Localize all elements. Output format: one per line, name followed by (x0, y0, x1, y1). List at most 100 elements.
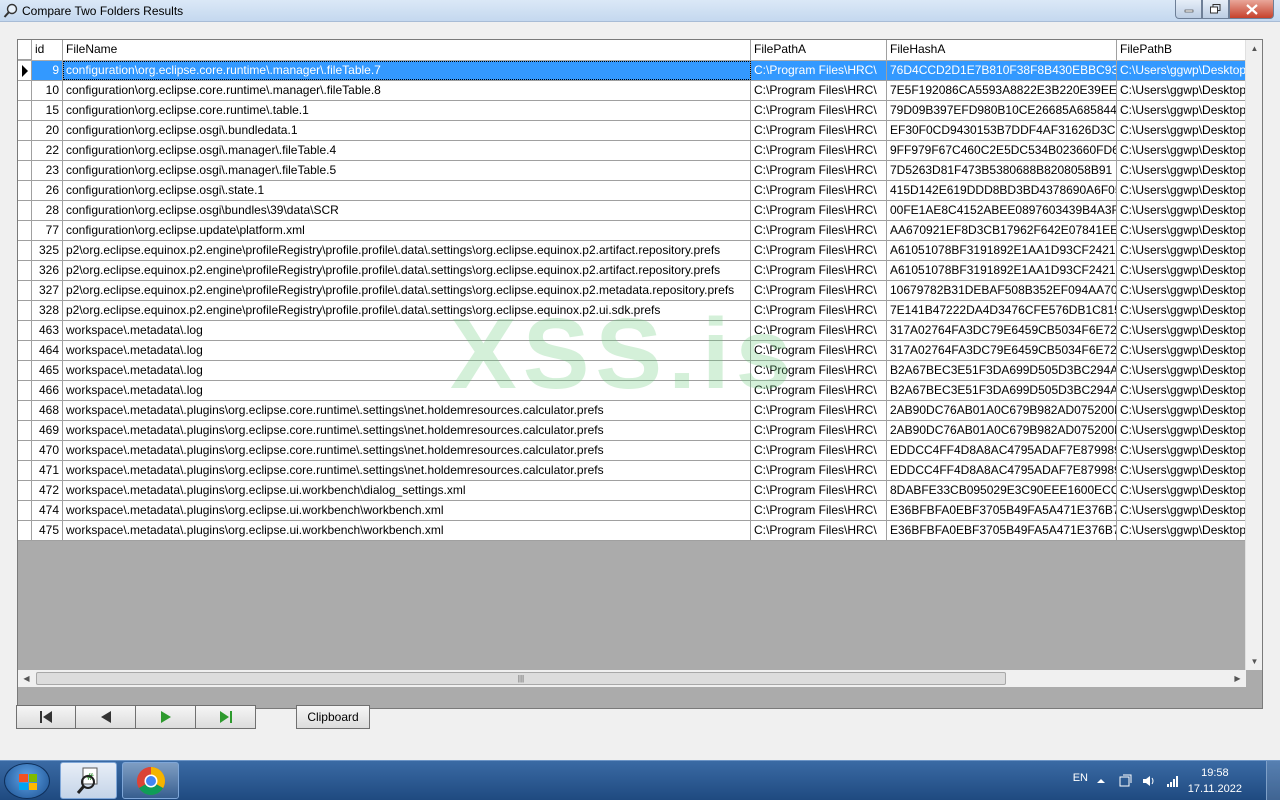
cell-filepath-b[interactable]: C:\Users\ggwp\Desktop (1117, 501, 1247, 520)
row-header[interactable] (18, 381, 32, 400)
vertical-scrollbar[interactable]: ▲ ▼ (1245, 40, 1262, 670)
network-icon[interactable] (1166, 774, 1180, 788)
column-header-filepath-b[interactable]: FilePathB (1117, 40, 1247, 60)
cell-filename[interactable]: configuration\org.eclipse.core.runtime\.… (63, 101, 751, 120)
cell-filehash-a[interactable]: 7E5F192086CA5593A8822E3B220E39EE (887, 81, 1117, 100)
cell-filepath-a[interactable]: C:\Program Files\HRC\ (751, 301, 887, 320)
cell-filepath-b[interactable]: C:\Users\ggwp\Desktop (1117, 301, 1247, 320)
scroll-down-icon[interactable]: ▼ (1246, 653, 1262, 670)
row-header[interactable] (18, 361, 32, 380)
cell-filehash-a[interactable]: 415D142E619DDD8BD3BD4378690A6F05 (887, 181, 1117, 200)
cell-id[interactable]: 328 (32, 301, 63, 320)
cell-filepath-b[interactable]: C:\Users\ggwp\Desktop (1117, 101, 1247, 120)
cell-filename[interactable]: workspace\.metadata\.plugins\org.eclipse… (63, 501, 751, 520)
last-record-button[interactable] (196, 705, 256, 729)
cell-filename[interactable]: workspace\.metadata\.plugins\org.eclipse… (63, 441, 751, 460)
table-row[interactable]: 463 workspace\.metadata\.log C:\Program Fi… (18, 321, 1247, 341)
cell-id[interactable]: 10 (32, 81, 63, 100)
scroll-right-icon[interactable]: ▶ (1229, 670, 1246, 687)
cell-filename[interactable]: configuration\org.eclipse.osgi\.manager\… (63, 161, 751, 180)
cell-filepath-b[interactable]: C:\Users\ggwp\Desktop (1117, 441, 1247, 460)
row-header[interactable] (18, 301, 32, 320)
table-row[interactable]: 77 configuration\org.eclipse.update\platf… (18, 221, 1247, 241)
cell-filehash-a[interactable]: E36BFBFA0EBF3705B49FA5A471E376B7 (887, 501, 1117, 520)
table-row[interactable]: 465 workspace\.metadata\.log C:\Program Fi… (18, 361, 1247, 381)
cell-filepath-a[interactable]: C:\Program Files\HRC\ (751, 441, 887, 460)
cell-id[interactable]: 20 (32, 121, 63, 140)
cell-id[interactable]: 77 (32, 221, 63, 240)
cell-filepath-a[interactable]: C:\Program Files\HRC\ (751, 501, 887, 520)
cell-filename[interactable]: workspace\.metadata\.log (63, 361, 751, 380)
cell-id[interactable]: 15 (32, 101, 63, 120)
cell-filepath-b[interactable]: C:\Users\ggwp\Desktop (1117, 481, 1247, 500)
action-center-icon[interactable] (1118, 774, 1132, 788)
cell-id[interactable]: 472 (32, 481, 63, 500)
cell-filepath-a[interactable]: C:\Program Files\HRC\ (751, 381, 887, 400)
row-header[interactable] (18, 321, 32, 340)
close-button[interactable] (1229, 0, 1274, 19)
row-header[interactable] (18, 161, 32, 180)
cell-filename[interactable]: configuration\org.eclipse.osgi\.state.1 (63, 181, 751, 200)
start-button[interactable] (4, 763, 50, 799)
volume-icon[interactable] (1142, 774, 1156, 788)
cell-filehash-a[interactable]: 9FF979F67C460C2E5DC534B023660FD6 (887, 141, 1117, 160)
cell-filehash-a[interactable]: 8DABFE33CB095029E3C90EEE1600ECCD (887, 481, 1117, 500)
row-header[interactable] (18, 81, 32, 100)
cell-filepath-b[interactable]: C:\Users\ggwp\Desktop (1117, 381, 1247, 400)
table-row[interactable]: 468 workspace\.metadata\.plugins\org.ecli… (18, 401, 1247, 421)
cell-filepath-b[interactable]: C:\Users\ggwp\Desktop (1117, 201, 1247, 220)
cell-filepath-b[interactable]: C:\Users\ggwp\Desktop (1117, 401, 1247, 420)
cell-filepath-a[interactable]: C:\Program Files\HRC\ (751, 261, 887, 280)
cell-filepath-a[interactable]: C:\Program Files\HRC\ (751, 61, 887, 80)
table-row[interactable]: 475 workspace\.metadata\.plugins\org.ecli… (18, 521, 1247, 541)
cell-filepath-b[interactable]: C:\Users\ggwp\Desktop (1117, 121, 1247, 140)
cell-filename[interactable]: workspace\.metadata\.plugins\org.eclipse… (63, 421, 751, 440)
table-row[interactable]: 28 configuration\org.eclipse.osgi\bundles… (18, 201, 1247, 221)
cell-filehash-a[interactable]: 7D5263D81F473B5380688B8208058B91 (887, 161, 1117, 180)
row-header[interactable] (18, 341, 32, 360)
previous-record-button[interactable] (76, 705, 136, 729)
table-row[interactable]: 474 workspace\.metadata\.plugins\org.ecli… (18, 501, 1247, 521)
cell-filepath-b[interactable]: C:\Users\ggwp\Desktop (1117, 241, 1247, 260)
cell-filehash-a[interactable]: EF30F0CD9430153B7DDF4AF31626D3C0 (887, 121, 1117, 140)
cell-filepath-b[interactable]: C:\Users\ggwp\Desktop (1117, 141, 1247, 160)
table-row[interactable]: 471 workspace\.metadata\.plugins\org.ecli… (18, 461, 1247, 481)
cell-filename[interactable]: configuration\org.eclipse.osgi\bundles\3… (63, 201, 751, 220)
table-row[interactable]: 20 configuration\org.eclipse.osgi\.bundle… (18, 121, 1247, 141)
row-header[interactable] (18, 201, 32, 220)
cell-filepath-b[interactable]: C:\Users\ggwp\Desktop (1117, 421, 1247, 440)
cell-id[interactable]: 475 (32, 521, 63, 540)
show-hidden-icons-icon[interactable] (1094, 774, 1108, 788)
row-header[interactable] (18, 241, 32, 260)
cell-filepath-a[interactable]: C:\Program Files\HRC\ (751, 341, 887, 360)
table-row[interactable]: 22 configuration\org.eclipse.osgi\.manage… (18, 141, 1247, 161)
cell-filepath-b[interactable]: C:\Users\ggwp\Desktop (1117, 81, 1247, 100)
cell-filehash-a[interactable]: 00FE1AE8C4152ABEE0897603439B4A3F (887, 201, 1117, 220)
cell-filepath-a[interactable]: C:\Program Files\HRC\ (751, 201, 887, 220)
column-header-filehash-a[interactable]: FileHashA (887, 40, 1117, 60)
cell-filename[interactable]: p2\org.eclipse.equinox.p2.engine\profile… (63, 281, 751, 300)
cell-filename[interactable]: configuration\org.eclipse.osgi\.manager\… (63, 141, 751, 160)
cell-id[interactable]: 28 (32, 201, 63, 220)
row-header[interactable] (18, 441, 32, 460)
row-header[interactable] (18, 221, 32, 240)
cell-filehash-a[interactable]: A61051078BF3191892E1AA1D93CF2421 (887, 261, 1117, 280)
cell-filehash-a[interactable]: A61051078BF3191892E1AA1D93CF2421 (887, 241, 1117, 260)
language-indicator[interactable]: EN (1073, 772, 1088, 784)
scroll-left-icon[interactable]: ◀ (18, 670, 35, 687)
cell-filepath-b[interactable]: C:\Users\ggwp\Desktop (1117, 321, 1247, 340)
cell-filepath-a[interactable]: C:\Program Files\HRC\ (751, 421, 887, 440)
cell-filepath-a[interactable]: C:\Program Files\HRC\ (751, 181, 887, 200)
cell-id[interactable]: 474 (32, 501, 63, 520)
table-row[interactable]: 326 p2\org.eclipse.equinox.p2.engine\prof… (18, 261, 1247, 281)
restore-button[interactable] (1202, 0, 1229, 19)
cell-filename[interactable]: configuration\org.eclipse.osgi\.bundleda… (63, 121, 751, 140)
horizontal-scrollbar[interactable]: ◀ ||| ▶ (18, 670, 1246, 687)
cell-id[interactable]: 471 (32, 461, 63, 480)
row-header[interactable] (18, 101, 32, 120)
cell-filehash-a[interactable]: AA670921EF8D3CB17962F642E07841EE (887, 221, 1117, 240)
minimize-button[interactable] (1175, 0, 1202, 19)
cell-filepath-b[interactable]: C:\Users\ggwp\Desktop (1117, 341, 1247, 360)
cell-filehash-a[interactable]: EDDCC4FF4D8A8AC4795ADAF7E8799892 (887, 441, 1117, 460)
cell-filepath-a[interactable]: C:\Program Files\HRC\ (751, 401, 887, 420)
